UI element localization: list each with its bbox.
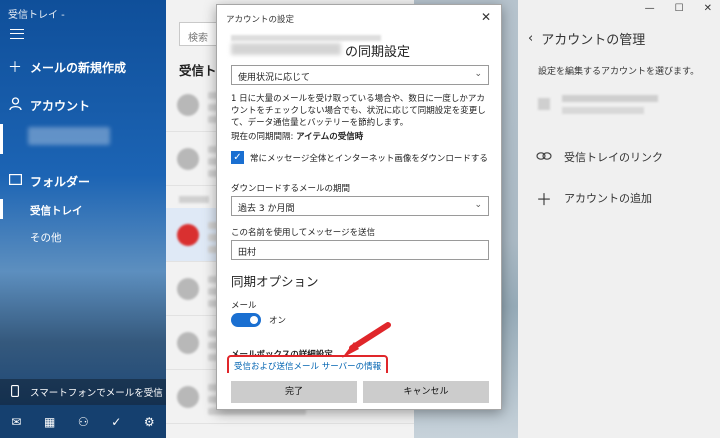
account-entry-redacted[interactable]	[28, 127, 110, 145]
sync-interval-label: 現在の同期間隔:	[231, 132, 297, 142]
download-mode-select[interactable]: 使用状況に応じて ⌄	[231, 65, 489, 85]
send-name-label: この名前を使用してメッセージを送信	[231, 228, 376, 238]
plus-icon: ＋	[536, 190, 553, 209]
mail-sync-toggle-row[interactable]: オン	[231, 313, 286, 327]
maximize-icon[interactable]: ☐	[675, 3, 684, 14]
chevron-down-icon: ⌄	[474, 200, 482, 210]
people-icon[interactable]: ⚇	[78, 415, 89, 429]
sync-note: 1 日に大量のメールを受け取っている場合や、数日に一度しかアカウントをチェックし…	[231, 94, 486, 128]
avatar	[177, 94, 199, 116]
manage-accounts-pane: ‹ アカウントの管理 設定を編集するアカウントを選びます。 受信トレイのリンク …	[518, 0, 720, 438]
back-chevron-icon[interactable]: ‹	[528, 31, 533, 46]
avatar	[177, 148, 199, 170]
checkbox-checked-icon[interactable]: ✓	[231, 151, 244, 164]
bottom-toolbar: ✉ ▦ ⚇ ✓ ⚙	[0, 405, 166, 438]
sync-interval-value: アイテムの受信時	[296, 132, 364, 142]
download-mode-value: 使用状況に応じて	[238, 73, 311, 83]
plus-icon: ＋	[8, 60, 22, 76]
hamburger-menu-icon[interactable]	[10, 29, 24, 39]
selected-folder-indicator	[0, 199, 3, 219]
download-period-select[interactable]: 過去 3 か月間 ⌄	[231, 196, 489, 216]
manage-accounts-heading: アカウントの管理	[541, 33, 646, 48]
manage-accounts-description: 設定を編集するアカウントを選びます。	[538, 67, 700, 77]
mail-icon[interactable]: ✉	[11, 415, 21, 429]
link-icon	[536, 150, 552, 165]
avatar	[177, 386, 199, 408]
dialog-close-icon[interactable]: ✕	[481, 10, 491, 24]
folder-icon	[0, 173, 30, 189]
selected-account-indicator	[0, 124, 3, 154]
account-name-redacted	[231, 43, 341, 55]
red-arrow-annotation-icon	[342, 322, 391, 358]
folder-inbox[interactable]: 受信トレイ	[30, 203, 83, 218]
avatar	[177, 278, 199, 300]
download-full-message-option[interactable]: ✓ 常にメッセージ全体とインターネット画像をダウンロードする	[231, 151, 488, 164]
accounts-label: アカウント	[30, 98, 91, 113]
new-mail-label: メールの新規作成	[30, 60, 127, 75]
avatar	[177, 224, 199, 246]
new-mail-button[interactable]: ＋ メールの新規作成	[0, 56, 166, 78]
download-period-value: 過去 3 か月間	[238, 204, 295, 214]
folders-button[interactable]: フォルダー	[0, 170, 166, 192]
app-title: 受信トレイ -	[8, 10, 65, 21]
download-period-label: ダウンロードするメールの期間	[231, 184, 351, 194]
done-button[interactable]: 完了	[231, 381, 357, 403]
send-name-input[interactable]: 田村	[231, 240, 489, 260]
add-account-label: アカウントの追加	[564, 192, 653, 205]
calendar-icon[interactable]: ▦	[44, 415, 55, 429]
mail-sync-toggle-state: オン	[269, 316, 287, 326]
close-icon[interactable]: ✕	[704, 3, 712, 14]
dialog-footer: 完了 キャンセル	[217, 379, 501, 409]
folder-other[interactable]: その他	[30, 230, 62, 245]
account-entry-redacted[interactable]	[538, 92, 698, 118]
add-account-button[interactable]: ＋ アカウントの追加	[536, 186, 652, 210]
settings-gear-icon[interactable]: ⚙	[144, 415, 155, 429]
download-full-message-label: 常にメッセージ全体とインターネット画像をダウンロードする	[250, 153, 488, 164]
minimize-icon[interactable]: —	[645, 3, 655, 14]
link-inboxes-label: 受信トレイのリンク	[564, 151, 663, 164]
link-inboxes-button[interactable]: 受信トレイのリンク	[536, 149, 663, 165]
sync-settings-heading: の同期設定	[345, 45, 411, 60]
folders-label: フォルダー	[30, 174, 91, 189]
sync-options-heading: 同期オプション	[231, 274, 319, 289]
chevron-down-icon: ⌄	[474, 69, 482, 79]
avatar	[177, 332, 199, 354]
phone-mail-button[interactable]: スマートフォンでメールを受信	[0, 379, 166, 405]
accounts-button[interactable]: アカウント	[0, 94, 166, 116]
navigation-pane: 受信トレイ - ＋ メールの新規作成 アカウント フォルダー 受信トレイ その他…	[0, 0, 166, 438]
phone-icon	[0, 384, 30, 400]
phone-mail-label: スマートフォンでメールを受信	[30, 388, 163, 399]
manage-accounts-title: ‹ アカウントの管理	[528, 29, 645, 48]
dialog-title: アカウントの設定	[226, 15, 295, 25]
sync-interval: 現在の同期間隔: アイテムの受信時	[231, 130, 363, 142]
mail-sync-toggle[interactable]	[231, 313, 261, 327]
cancel-button[interactable]: キャンセル	[363, 381, 489, 403]
window-controls: — ☐ ✕	[645, 3, 712, 14]
date-divider	[179, 196, 209, 203]
todo-check-icon[interactable]: ✓	[111, 415, 121, 429]
mail-sync-label: メール	[231, 301, 257, 311]
person-icon	[0, 96, 30, 114]
